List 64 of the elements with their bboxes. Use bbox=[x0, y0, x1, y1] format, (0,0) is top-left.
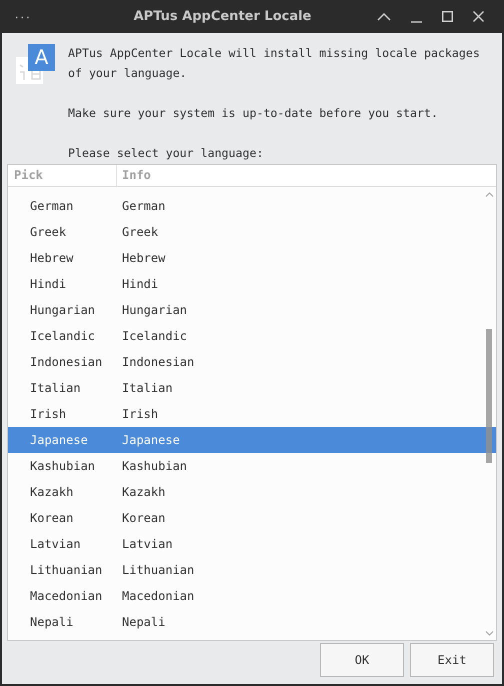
table-cell-text: Kashubian bbox=[30, 458, 96, 475]
language-row[interactable]: Kazakh Kazakh bbox=[8, 479, 496, 505]
window-title: APTus AppCenter Locale bbox=[132, 8, 312, 26]
table-cell-text: Irish bbox=[30, 406, 68, 423]
language-row[interactable]: Japanese Japanese bbox=[8, 427, 496, 453]
intro-text: Make sure your system is up-to-date before you start. bbox=[68, 105, 439, 122]
language-row[interactable]: Hindi Hindi bbox=[8, 271, 496, 297]
language-row[interactable]: Indonesian Indonesian bbox=[8, 349, 496, 375]
table-cell-text: Hebrew bbox=[30, 250, 74, 267]
table-cell-text: Hebrew bbox=[122, 250, 166, 267]
table-cell-text: Lithuanian bbox=[122, 562, 194, 579]
scroll-down-icon[interactable] bbox=[485, 631, 494, 636]
table-cell-text: Hindi bbox=[122, 276, 158, 293]
table-cell-text: Irish bbox=[122, 406, 158, 423]
table-cell-text: Nepali bbox=[122, 614, 166, 631]
maximize-icon[interactable] bbox=[442, 11, 453, 22]
table-cell-text: Kazakh bbox=[30, 484, 74, 501]
table-cell-text: Greek bbox=[122, 224, 158, 241]
language-row[interactable]: Korean Korean bbox=[8, 505, 496, 531]
table-cell-text: German bbox=[122, 198, 166, 215]
language-row[interactable]: Hebrew Hebrew bbox=[8, 245, 496, 271]
dialog-button[interactable]: Exit bbox=[410, 643, 494, 677]
table-cell-text: Kazakh bbox=[122, 484, 166, 501]
language-row[interactable]: Lithuanian Lithuanian bbox=[8, 557, 496, 583]
table-cell-text: Kashubian bbox=[122, 458, 188, 475]
table-cell-text: Indonesian bbox=[30, 354, 104, 371]
shade-icon[interactable] bbox=[377, 12, 391, 20]
language-row[interactable]: Icelandic Icelandic bbox=[8, 323, 496, 349]
table-cell-text: Korean bbox=[30, 510, 74, 527]
table-cell-text: Icelandic bbox=[122, 328, 188, 345]
table-cell-text: Macedonian bbox=[30, 588, 104, 605]
table-cell-text: Hungarian bbox=[30, 302, 96, 319]
table-cell-text: Japanese bbox=[30, 432, 89, 449]
table-cell-text: Hindi bbox=[30, 276, 68, 293]
language-row[interactable]: Kashubian Kashubian bbox=[8, 453, 496, 479]
table-cell-text: Latvian bbox=[122, 536, 173, 553]
table-cell-text: Italian bbox=[30, 380, 82, 397]
table-cell-text: Lithuanian bbox=[30, 562, 104, 579]
table-cell-text: Latvian bbox=[30, 536, 82, 553]
dialog-button[interactable]: OK bbox=[320, 643, 404, 677]
language-row[interactable]: Nepali Nepali bbox=[8, 609, 496, 635]
table-cell-text: Macedonian bbox=[122, 588, 194, 605]
table-cell-text: Nepali bbox=[30, 614, 74, 631]
window-menu-button[interactable]: ··· bbox=[8, 6, 38, 26]
table-cell-text: Italian bbox=[122, 380, 173, 397]
language-row[interactable]: Irish Irish bbox=[8, 401, 496, 427]
table-cell-text: Hungarian bbox=[122, 302, 188, 319]
language-row[interactable]: Greek Greek bbox=[8, 219, 496, 245]
close-icon[interactable] bbox=[473, 11, 484, 22]
table-cell-text: Japanese bbox=[122, 432, 180, 449]
language-row[interactable]: Hungarian Hungarian bbox=[8, 297, 496, 323]
language-row[interactable]: Macedonian Macedonian bbox=[8, 583, 496, 609]
table-cell-text: Indonesian bbox=[122, 354, 194, 371]
scroll-up-icon[interactable] bbox=[485, 192, 494, 197]
table-cell-text: Greek bbox=[30, 224, 68, 241]
table-cell-text: German bbox=[30, 198, 74, 215]
language-row[interactable]: Italian Italian bbox=[8, 375, 496, 401]
table-cell-text: Icelandic bbox=[30, 328, 96, 345]
language-row[interactable]: Latvian Latvian bbox=[8, 531, 496, 557]
language-row[interactable]: German German bbox=[8, 193, 496, 219]
table-cell-text: Korean bbox=[122, 510, 166, 527]
scrollbar-thumb[interactable] bbox=[486, 329, 492, 463]
intro-text: APTus AppCenter Locale will install missing locale packages of your language. bbox=[68, 45, 481, 82]
intro-text: Please select your language: bbox=[68, 145, 264, 162]
